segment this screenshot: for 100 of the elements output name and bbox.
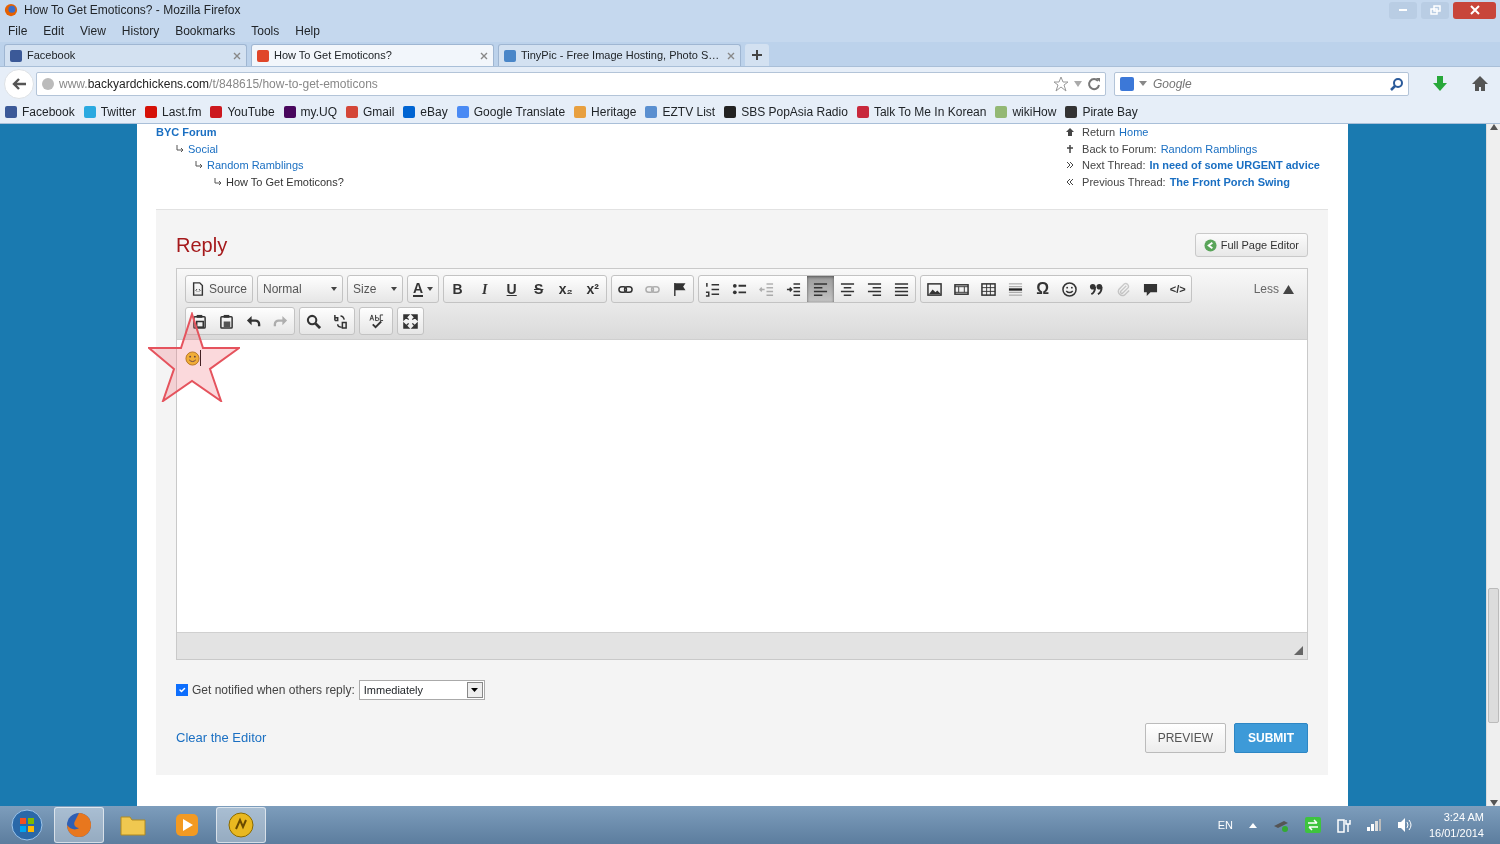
indent-arrow-icon [194, 161, 203, 170]
italic-button[interactable]: I [471, 276, 499, 302]
menu-item[interactable]: Tools [247, 22, 284, 40]
bookmark-link[interactable]: YouTube [209, 102, 275, 121]
menu-item[interactable]: Help [291, 22, 324, 40]
address-bar[interactable]: www.backyardchickens.com/t/848615/how-to-get-emoticons [36, 71, 1106, 96]
battery-plug-icon[interactable] [1336, 817, 1351, 833]
thread-link[interactable]: The Front Porch Swing [1169, 173, 1291, 190]
indent-arrow-icon [175, 144, 184, 153]
expand-arrows-button[interactable] [397, 307, 424, 335]
play-icon [173, 811, 201, 839]
window-title: How To Get Emoticons? - Mozilla Firefox [24, 2, 241, 19]
url-text: www.backyardchickens.com/t/848615/how-to-get-emoticons [59, 75, 379, 93]
subscript-button[interactable]: x₂ [552, 276, 580, 302]
spelling-button[interactable] [359, 307, 393, 335]
thread-link[interactable]: Home [1119, 124, 1149, 141]
bold-button[interactable]: B [444, 276, 472, 302]
search-bar[interactable]: Google [1114, 71, 1409, 96]
star-icon[interactable] [1053, 75, 1069, 92]
network-icon[interactable] [1272, 818, 1289, 832]
bookmark-link[interactable]: Facebook [4, 102, 75, 121]
special-character-button[interactable]: Ω [1029, 276, 1057, 302]
close-icon[interactable] [479, 50, 489, 61]
text-cursor-icon [200, 350, 202, 366]
browser-tab[interactable]: Facebook [4, 44, 247, 66]
sync-arrows-icon[interactable] [1304, 817, 1321, 833]
resize-grip-icon[interactable] [1294, 646, 1303, 655]
less-toggle-button[interactable]: Less [1248, 276, 1299, 302]
strikethrough-button[interactable]: S [525, 276, 553, 302]
taskbar-button[interactable] [54, 807, 104, 843]
menu-item[interactable]: View [76, 22, 110, 40]
download-icon[interactable] [1431, 74, 1449, 93]
bookmark-link[interactable]: Gmail [345, 102, 395, 121]
align-left-button[interactable] [807, 276, 835, 302]
menu-item[interactable]: History [117, 22, 164, 40]
undo-arrow-icon [246, 313, 261, 329]
double-chevron-icon [1066, 177, 1075, 186]
caret-icon [391, 287, 398, 291]
breadcrumb-link[interactable]: BYC Forum [156, 124, 217, 141]
clipboard-icon [219, 313, 234, 329]
speaker-icon[interactable] [1396, 817, 1413, 833]
full-page-editor-button[interactable]: Full Page Editor [1194, 232, 1308, 258]
reload-icon[interactable] [1087, 76, 1101, 91]
signal-bars-icon[interactable] [1366, 819, 1381, 831]
justify-icon [894, 281, 910, 297]
frequency-dropdown[interactable]: Immediately [358, 680, 485, 700]
up-arrow-icon [1066, 144, 1075, 153]
menu-item[interactable]: Edit [39, 22, 69, 40]
bookmark-link[interactable]: SBS PopAsia Radio [723, 102, 848, 121]
superscript-button[interactable]: x² [579, 276, 607, 302]
browser-tab[interactable]: TinyPic - Free Image Hosting, Photo S… [498, 44, 741, 66]
notify-checkbox[interactable] [176, 684, 188, 696]
image-icon [927, 281, 943, 297]
menu-item[interactable]: File [4, 22, 32, 40]
taskbar-button[interactable] [216, 807, 266, 843]
scrollbar[interactable] [1486, 124, 1500, 806]
bookmark-link[interactable]: wikiHow [994, 102, 1057, 121]
caret-icon [471, 688, 479, 692]
bookmark-link[interactable]: my.UQ [282, 102, 337, 121]
clear-editor-link[interactable]: Clear the Editor [176, 728, 267, 748]
bookmark-link[interactable]: Twitter [82, 102, 137, 121]
new-tab-button[interactable] [745, 44, 769, 66]
home-icon[interactable] [1471, 74, 1489, 93]
code-button[interactable]: </> [1164, 276, 1192, 302]
nav-label: Previous Thread: [1082, 174, 1166, 190]
source-button[interactable]: Source [185, 275, 254, 303]
flag-icon [672, 281, 688, 297]
preview-button[interactable]: PREVIEW [1144, 723, 1226, 753]
search-icon[interactable] [1390, 76, 1404, 91]
bookmark-link[interactable]: Heritage [573, 102, 637, 121]
dropdown-icon[interactable] [1139, 80, 1147, 87]
close-icon[interactable] [726, 50, 736, 61]
format-dropdown[interactable]: Normal [257, 275, 344, 303]
spelling-icon [368, 313, 384, 329]
browser-tab[interactable]: How To Get Emoticons? [251, 44, 494, 66]
menu-item[interactable]: Bookmarks [171, 22, 240, 40]
expand-arrows-icon [403, 313, 418, 329]
bookmark-link[interactable]: EZTV List [644, 102, 716, 121]
close-icon[interactable] [232, 50, 242, 61]
scroll-thumb[interactable] [1488, 587, 1499, 723]
text-color-button[interactable]: A [407, 275, 440, 303]
bookmark-link[interactable]: Last.fm [144, 102, 202, 121]
breadcrumb-link[interactable]: Random Ramblings [207, 157, 304, 174]
show-hidden-icons-icon[interactable] [1248, 822, 1257, 828]
thread-link[interactable]: In need of some URGENT advice [1149, 157, 1320, 174]
format-dropdown[interactable]: Size [347, 275, 404, 303]
notify-label: Get notified when others reply: [192, 682, 355, 699]
bookmark-link[interactable]: Talk To Me In Korean [855, 102, 987, 121]
caret-icon [331, 287, 338, 291]
bullet-list-icon [732, 281, 748, 297]
bookmark-link[interactable]: eBay [402, 102, 448, 121]
bookmark-link[interactable]: Google Translate [455, 102, 566, 121]
speech-bubble-icon [1143, 281, 1159, 297]
close-button[interactable] [1453, 1, 1496, 19]
back-button[interactable] [4, 68, 34, 99]
thread-link[interactable]: Random Ramblings [1160, 140, 1258, 157]
bookmark-link[interactable]: Pirate Bay [1064, 102, 1138, 121]
underline-button[interactable]: U [498, 276, 526, 302]
clock-date[interactable]: 16/01/2014 [1428, 825, 1484, 842]
breadcrumb-link[interactable]: Social [188, 140, 218, 157]
